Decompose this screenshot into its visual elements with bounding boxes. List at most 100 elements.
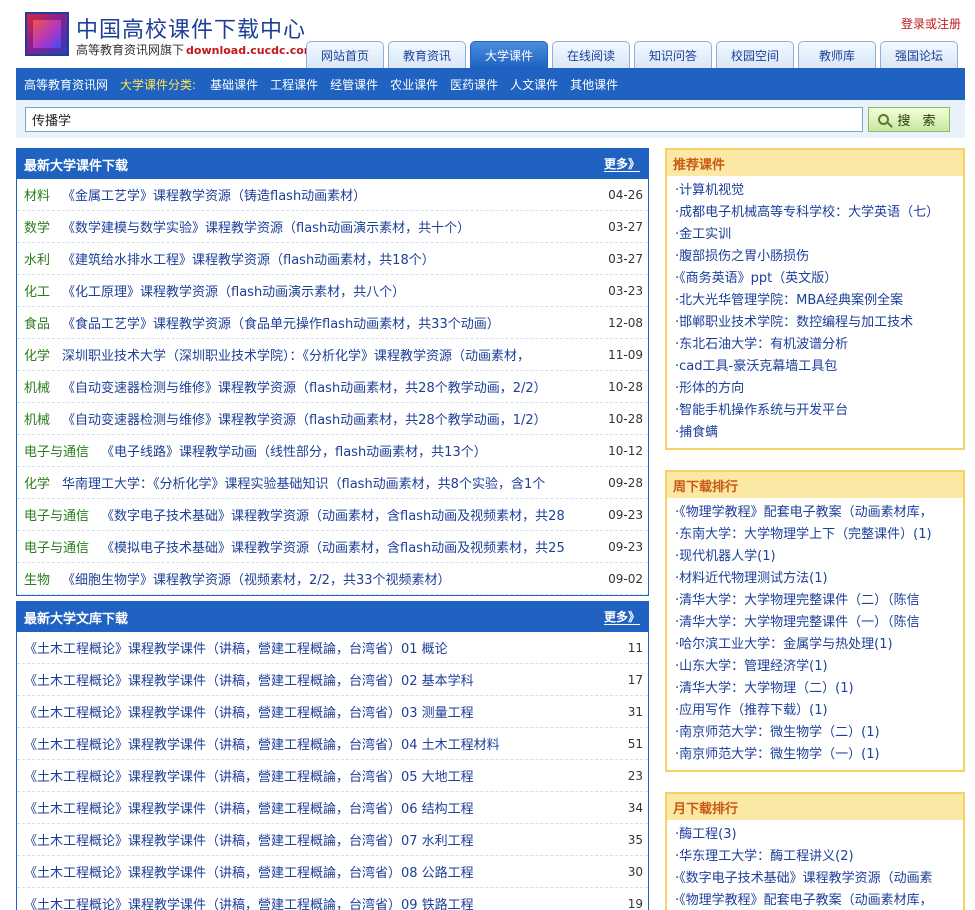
- recommended-item[interactable]: 形体的方向: [675, 378, 963, 400]
- courseware-title[interactable]: 《数字电子技术基础》课程教学资源（动画素材，含flash动画及视频素材，共28: [101, 505, 600, 524]
- library-count: 30: [627, 864, 643, 879]
- library-title[interactable]: 《土木工程概论》课程教学课件（讲稿，營建工程概論，台湾省）03 测量工程: [24, 702, 620, 721]
- weekly-item[interactable]: 《物理学教程》配套电子教案（动画素材库，: [675, 502, 963, 524]
- courseware-title[interactable]: 深圳职业技术大学（深圳职业技术学院）：《分析化学》课程教学资源（动画素材，: [62, 345, 600, 364]
- courseware-category[interactable]: 机械: [24, 377, 50, 396]
- weekly-item[interactable]: 材料近代物理测试方法(1): [675, 568, 963, 590]
- courseware-date: 09-28: [608, 475, 643, 490]
- courseware-title[interactable]: 《自动变速器检测与维修》课程教学资源（flash动画素材，共28个教学动画，2/…: [62, 377, 600, 396]
- weekly-item[interactable]: 哈尔滨工业大学：金属学与热处理(1): [675, 634, 963, 656]
- monthly-item[interactable]: 《数字电子技术基础》课程教学资源（动画素: [675, 868, 963, 890]
- login-register-link[interactable]: 登录或注册: [901, 15, 961, 32]
- courseware-category[interactable]: 电子与通信: [24, 505, 89, 524]
- library-title[interactable]: 《土木工程概论》课程教学课件（讲稿，營建工程概論，台湾省）01 概论: [24, 638, 620, 657]
- recommended-item[interactable]: 智能手机操作系统与开发平台: [675, 400, 963, 422]
- recommended-item[interactable]: 捕食螨: [675, 422, 963, 444]
- courseware-title[interactable]: 《食品工艺学》课程教学资源（食品单元操作flash动画素材，共33个动画）: [62, 313, 600, 332]
- weekly-item[interactable]: 南京师范大学：微生物学（二）(1): [675, 722, 963, 744]
- courseware-title[interactable]: 《数学建模与数学实验》课程教学资源（flash动画演示素材，共十个）: [62, 217, 600, 236]
- category-item[interactable]: 医药课件: [450, 76, 498, 93]
- category-home-link[interactable]: 高等教育资讯网: [24, 76, 108, 93]
- nav-tab[interactable]: 强国论坛: [880, 41, 958, 68]
- nav-tab[interactable]: 校园空间: [716, 41, 794, 68]
- category-item[interactable]: 人文课件: [510, 76, 558, 93]
- recommended-item[interactable]: 计算机视觉: [675, 180, 963, 202]
- weekly-item[interactable]: 现代机器人学(1): [675, 546, 963, 568]
- courseware-title[interactable]: 《金属工艺学》课程教学资源（铸造flash动画素材）: [62, 185, 600, 204]
- recommended-item[interactable]: 北大光华管理学院：MBA经典案例全案: [675, 290, 963, 312]
- library-title[interactable]: 《土木工程概论》课程教学课件（讲稿，營建工程概論，台湾省）08 公路工程: [24, 862, 620, 881]
- monthly-item[interactable]: 《物理学教程》配套电子教案（动画素材库，: [675, 890, 963, 910]
- courseware-category[interactable]: 机械: [24, 409, 50, 428]
- courseware-category[interactable]: 电子与通信: [24, 441, 89, 460]
- courseware-title[interactable]: 《自动变速器检测与维修》课程教学资源（flash动画素材，共28个教学动画，1/…: [62, 409, 600, 428]
- latest-library-more-link[interactable]: 更多》: [603, 610, 640, 625]
- site-title[interactable]: 中国高校课件下载中心: [76, 12, 306, 44]
- search-input[interactable]: [25, 107, 863, 132]
- courseware-row: 水利 《建筑给水排水工程》课程教学资源（flash动画素材，共18个） 03-27: [17, 243, 648, 275]
- site-subtitle: 高等教育资讯网旗下 download.cucdc.com: [76, 41, 315, 58]
- weekly-item[interactable]: 南京师范大学：微生物学（一）(1): [675, 744, 963, 766]
- weekly-item[interactable]: 清华大学：大学物理完整课件（二）（陈信: [675, 590, 963, 612]
- recommended-item[interactable]: 腹部损伤之胃小肠损伤: [675, 246, 963, 268]
- library-title[interactable]: 《土木工程概论》课程教学课件（讲稿，營建工程概論，台湾省）02 基本学科: [24, 670, 620, 689]
- courseware-title[interactable]: 华南理工大学：《分析化学》课程实验基础知识（flash动画素材，共8个实验，含1…: [62, 473, 600, 492]
- courseware-title[interactable]: 《细胞生物学》课程教学资源（视频素材，2/2，共33个视频素材）: [62, 569, 600, 588]
- category-item[interactable]: 其他课件: [570, 76, 618, 93]
- weekly-item[interactable]: 山东大学：管理经济学(1): [675, 656, 963, 678]
- weekly-item[interactable]: 东南大学：大学物理学上下（完整课件）(1): [675, 524, 963, 546]
- courseware-category[interactable]: 数学: [24, 217, 50, 236]
- monthly-item[interactable]: 酶工程(3): [675, 824, 963, 846]
- library-title[interactable]: 《土木工程概论》课程教学课件（讲稿，營建工程概論，台湾省）07 水利工程: [24, 830, 620, 849]
- weekly-item[interactable]: 清华大学：大学物理完整课件（一）（陈信: [675, 612, 963, 634]
- category-item[interactable]: 基础课件: [210, 76, 258, 93]
- recommended-item[interactable]: 成都电子机械高等专科学校：大学英语（七）: [675, 202, 963, 224]
- recommended-item[interactable]: 金工实训: [675, 224, 963, 246]
- courseware-category[interactable]: 化工: [24, 281, 50, 300]
- category-item[interactable]: 农业课件: [390, 76, 438, 93]
- courseware-row: 生物 《细胞生物学》课程教学资源（视频素材，2/2，共33个视频素材） 09-02: [17, 563, 648, 595]
- monthly-item[interactable]: 华东理工大学：酶工程讲义(2): [675, 846, 963, 868]
- courseware-category[interactable]: 水利: [24, 249, 50, 268]
- courseware-category[interactable]: 食品: [24, 313, 50, 332]
- recommended-item[interactable]: cad工具-豪沃克幕墙工具包: [675, 356, 963, 378]
- search-button[interactable]: 搜 索: [868, 107, 950, 132]
- recommended-item[interactable]: 《商务英语》ppt（英文版）: [675, 268, 963, 290]
- nav-tab[interactable]: 网站首页: [306, 41, 384, 68]
- courseware-category[interactable]: 电子与通信: [24, 537, 89, 556]
- recommended-item[interactable]: 邯郸职业技术学院：数控编程与加工技术: [675, 312, 963, 334]
- courseware-title[interactable]: 《模拟电子技术基础》课程教学资源（动画素材，含flash动画及视频素材，共25: [101, 537, 600, 556]
- courseware-category[interactable]: 化学: [24, 473, 50, 492]
- nav-tab[interactable]: 教师库: [798, 41, 876, 68]
- latest-courseware-list: 材料 《金属工艺学》课程教学资源（铸造flash动画素材） 04-26 数学 《数学建模…: [17, 179, 648, 595]
- recommended-item[interactable]: 东北石油大学：有机波谱分析: [675, 334, 963, 356]
- weekly-item[interactable]: 应用写作（推荐下载）(1): [675, 700, 963, 722]
- courseware-title[interactable]: 《建筑给水排水工程》课程教学资源（flash动画素材，共18个）: [62, 249, 600, 268]
- nav-tab[interactable]: 教育资讯: [388, 41, 466, 68]
- courseware-category[interactable]: 生物: [24, 569, 50, 588]
- courseware-row: 电子与通信 《模拟电子技术基础》课程教学资源（动画素材，含flash动画及视频素材…: [17, 531, 648, 563]
- courseware-date: 12-08: [608, 315, 643, 330]
- nav-tab[interactable]: 大学课件: [470, 41, 548, 68]
- weekly-ranking-panel: 周下载排行 《物理学教程》配套电子教案（动画素材库，东南大学：大学物理学上下（完…: [665, 470, 965, 772]
- courseware-category[interactable]: 材料: [24, 185, 50, 204]
- library-title[interactable]: 《土木工程概论》课程教学课件（讲稿，營建工程概論，台湾省）05 大地工程: [24, 766, 620, 785]
- category-item[interactable]: 工程课件: [270, 76, 318, 93]
- category-item[interactable]: 经管课件: [330, 76, 378, 93]
- courseware-date: 11-09: [608, 347, 643, 362]
- site-logo[interactable]: [25, 12, 69, 56]
- library-title[interactable]: 《土木工程概论》课程教学课件（讲稿，營建工程概論，台湾省）06 结构工程: [24, 798, 620, 817]
- library-title[interactable]: 《土木工程概论》课程教学课件（讲稿，營建工程概論，台湾省）04 土木工程材料: [24, 734, 620, 753]
- latest-library-panel: 最新大学文库下载 更多》 《土木工程概论》课程教学课件（讲稿，營建工程概論，台湾…: [16, 601, 649, 910]
- latest-courseware-more-link[interactable]: 更多》: [603, 157, 640, 172]
- nav-tab[interactable]: 在线阅读: [552, 41, 630, 68]
- weekly-item[interactable]: 清华大学：大学物理（二）(1): [675, 678, 963, 700]
- courseware-title[interactable]: 《电子线路》课程教学动画（线性部分，flash动画素材，共13个）: [101, 441, 600, 460]
- courseware-category[interactable]: 化学: [24, 345, 50, 364]
- courseware-date: 10-28: [608, 379, 643, 394]
- nav-tab[interactable]: 知识问答: [634, 41, 712, 68]
- latest-courseware-title: 最新大学课件下载: [24, 158, 129, 174]
- courseware-title[interactable]: 《化工原理》课程教学资源（flash动画演示素材，共八个）: [62, 281, 600, 300]
- courseware-row: 食品 《食品工艺学》课程教学资源（食品单元操作flash动画素材，共33个动画） 1…: [17, 307, 648, 339]
- library-title[interactable]: 《土木工程概论》课程教学课件（讲稿，營建工程概論，台湾省）09 铁路工程: [24, 894, 620, 910]
